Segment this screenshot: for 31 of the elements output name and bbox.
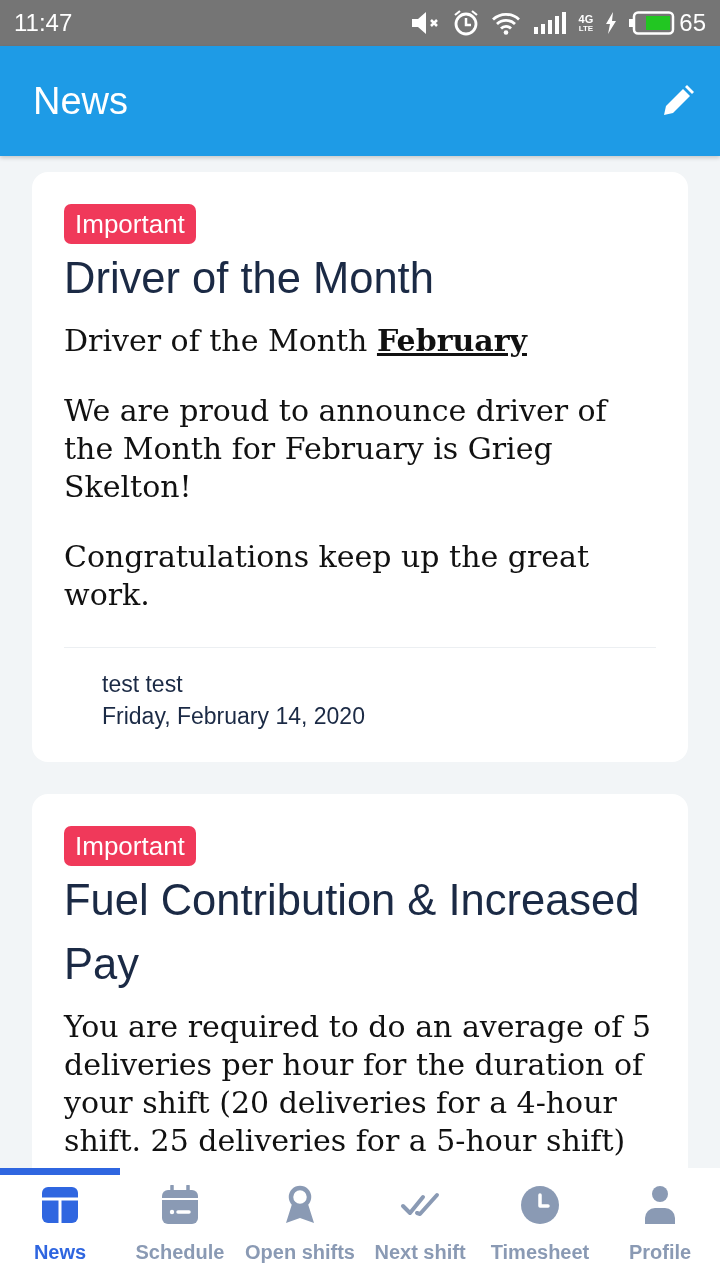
pencil-icon <box>662 85 694 117</box>
layout-icon <box>40 1185 80 1225</box>
wifi-icon <box>490 11 521 35</box>
status-time: 11:47 <box>14 9 73 37</box>
mute-icon <box>410 12 441 34</box>
post-title: Driver of the Month <box>64 253 435 304</box>
post-paragraph: Congratulations keep up the great work. <box>64 538 590 614</box>
post-paragraph: You are required to do an average of 5 deliveries per hour for the duration of your shift (20 deliveries for a 4-hour shift. 25 deliveries for a 5-hour shift) <box>64 1008 652 1160</box>
nav-tab[interactable]: Schedule <box>120 1168 240 1280</box>
author-name: test test <box>102 670 184 699</box>
alarm-icon <box>452 10 479 36</box>
nav-tab[interactable]: Timesheet <box>480 1168 600 1280</box>
signal-icon <box>532 12 567 34</box>
post-paragraph: We are proud to announce driver of the Month for February is Grieg Skelton! <box>64 392 610 506</box>
charging-bolt-icon <box>605 12 618 34</box>
post-date: Friday, February 14, 2020 <box>102 702 366 731</box>
nav-tab[interactable]: Profile <box>600 1168 720 1280</box>
network-subtype-label: LTE <box>578 24 594 33</box>
calendar-icon <box>160 1185 200 1225</box>
post-title: Fuel Contribution & Increased Pay <box>64 875 641 990</box>
category-badge: Important <box>64 204 196 244</box>
network-type-label: 4G <box>578 13 594 25</box>
nav-tab[interactable]: Next shift <box>360 1168 480 1280</box>
nav-tab[interactable]: News <box>0 1168 120 1280</box>
post-paragraph: Driver of the Month February <box>64 322 529 360</box>
app-title: News <box>33 79 129 123</box>
category-badge: Important <box>64 826 196 866</box>
nav-tab[interactable]: Open shifts <box>240 1168 360 1280</box>
battery-icon <box>629 11 676 35</box>
battery-percent: 65 <box>679 9 706 37</box>
clock-icon <box>520 1185 560 1225</box>
